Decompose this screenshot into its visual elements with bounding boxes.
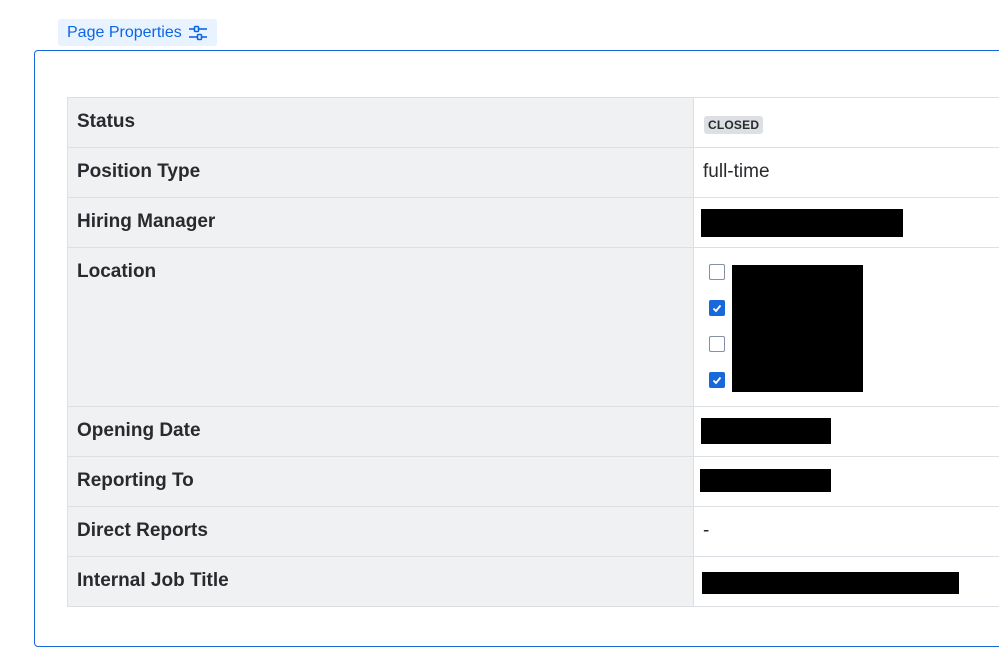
hiring-manager-value-cell bbox=[693, 197, 999, 248]
sliders-icon bbox=[188, 24, 208, 42]
checkmark-icon bbox=[712, 304, 722, 313]
location-checkbox-4[interactable] bbox=[709, 372, 725, 388]
table-row: Internal Job Title bbox=[67, 556, 999, 607]
internal-job-title-key: Internal Job Title bbox=[67, 556, 694, 607]
position-type-key: Position Type bbox=[67, 147, 694, 198]
checkmark-icon bbox=[712, 376, 722, 385]
internal-job-title-value-cell bbox=[693, 556, 999, 607]
location-key: Location bbox=[67, 247, 694, 407]
location-checkbox-2[interactable] bbox=[709, 300, 725, 316]
opening-date-key: Opening Date bbox=[67, 406, 694, 457]
reporting-to-value-cell bbox=[693, 456, 999, 507]
redacted-block bbox=[732, 265, 863, 392]
redacted-block bbox=[701, 209, 903, 237]
location-value-cell bbox=[693, 247, 999, 408]
reporting-to-key: Reporting To bbox=[67, 456, 694, 507]
table-row: Opening Date bbox=[67, 406, 999, 457]
status-value-cell: CLOSED bbox=[693, 97, 999, 148]
direct-reports-key: Direct Reports bbox=[67, 506, 694, 557]
hiring-manager-key: Hiring Manager bbox=[67, 197, 694, 248]
properties-table: Status CLOSED Position Type full-time Hi… bbox=[67, 97, 999, 607]
position-type-value: full-time bbox=[693, 147, 999, 198]
table-row: Status CLOSED bbox=[67, 97, 999, 148]
status-key: Status bbox=[67, 97, 694, 148]
opening-date-value-cell bbox=[693, 406, 999, 457]
redacted-block bbox=[700, 469, 831, 492]
location-checklist bbox=[709, 264, 725, 408]
table-row: Reporting To bbox=[67, 456, 999, 507]
location-checkbox-3[interactable] bbox=[709, 336, 725, 352]
direct-reports-value: - bbox=[693, 506, 999, 557]
table-row: Direct Reports - bbox=[67, 506, 999, 557]
table-row: Position Type full-time bbox=[67, 147, 999, 198]
table-row: Location bbox=[67, 247, 999, 408]
status-badge: CLOSED bbox=[704, 116, 764, 134]
redacted-block bbox=[702, 572, 959, 594]
page-properties-label: Page Properties bbox=[67, 23, 182, 41]
redacted-block bbox=[701, 418, 831, 444]
page-properties-button[interactable]: Page Properties bbox=[58, 19, 217, 46]
location-checkbox-1[interactable] bbox=[709, 264, 725, 280]
table-row: Hiring Manager bbox=[67, 197, 999, 248]
